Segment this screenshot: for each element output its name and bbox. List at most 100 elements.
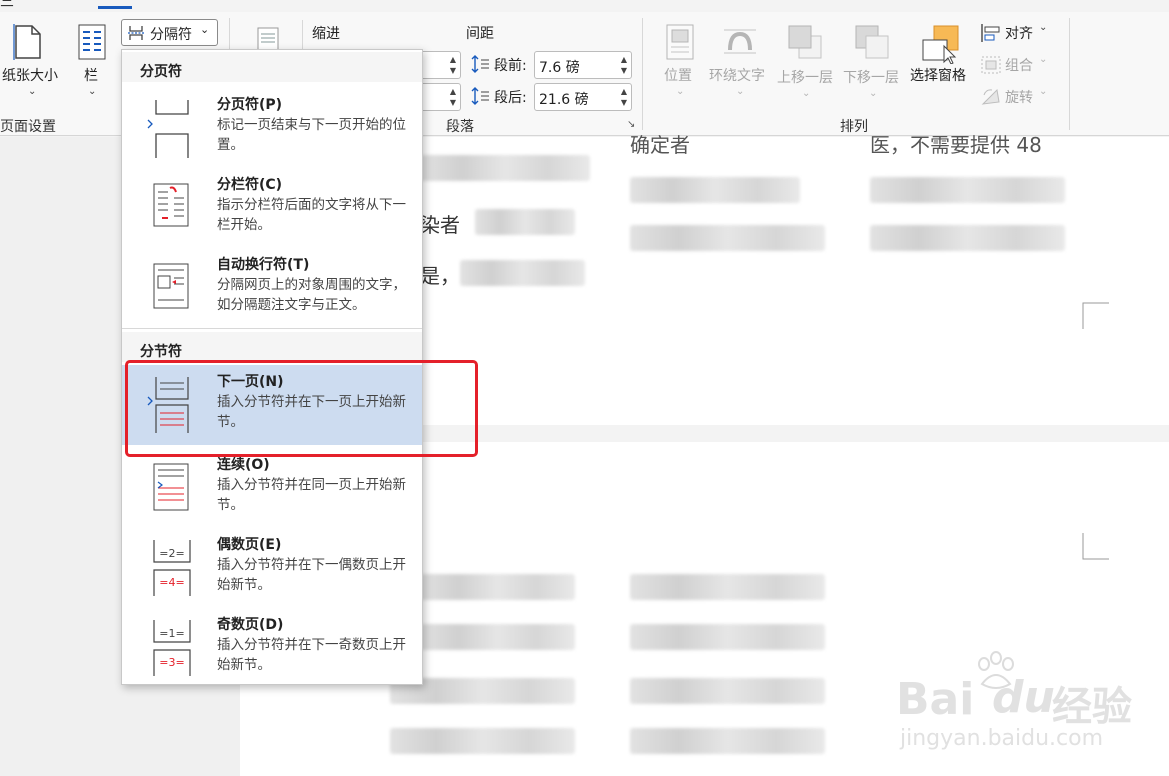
- menu-item-even-page[interactable]: =2= =4= 偶数页(E) 插入分节符并在下一偶数页上开始新节。: [122, 528, 422, 608]
- menu-item-description: 标记一页结束与下一页开始的位置。: [217, 117, 406, 153]
- page-corner-mark: [1082, 533, 1109, 560]
- group-separator: [642, 18, 643, 130]
- group-objects-button[interactable]: 组合: [1005, 55, 1033, 75]
- menu-item-page-break[interactable]: 分页符(P) 标记一页结束与下一页开始的位置。: [122, 88, 422, 168]
- rotate-button[interactable]: 旋转: [1005, 87, 1033, 107]
- page-setup-group-label: 页面设置: [0, 119, 56, 135]
- blurred-text: [390, 728, 575, 754]
- spin-arrows-icon[interactable]: ▲ ▼: [621, 54, 627, 76]
- breaks-icon: [128, 26, 144, 40]
- section-breaks-header: 分节符: [122, 332, 422, 362]
- breaks-button[interactable]: 分隔符 ⌄: [121, 19, 218, 46]
- watermark-url: jingyan.baidu.com: [900, 726, 1104, 751]
- space-before-field[interactable]: 7.6 磅 ▲ ▼: [534, 51, 632, 79]
- blurred-text: [460, 260, 585, 286]
- wrap-text-button[interactable]: 环绕文字: [709, 65, 765, 85]
- group-objects-icon: [981, 56, 1001, 74]
- svg-text:=2=: =2=: [159, 547, 184, 560]
- menu-item-column-break[interactable]: 分栏符(C) 指示分栏符后面的文字将从下一栏开始。: [122, 168, 422, 248]
- breaks-label: 分隔符: [150, 27, 192, 43]
- menu-item-description: 插入分节符并在同一页上开始新节。: [217, 477, 406, 513]
- menu-item-description: 插入分节符并在下一奇数页上开始新节。: [217, 637, 406, 673]
- menu-item-description: 指示分栏符后面的文字将从下一栏开始。: [217, 197, 406, 233]
- watermark-brand: Bai: [896, 674, 975, 725]
- blurred-text: [630, 728, 825, 754]
- menu-item-continuous[interactable]: 连续(O) 插入分节符并在同一页上开始新节。: [122, 448, 422, 528]
- even-page-section-icon: =2= =4=: [153, 540, 191, 596]
- menu-item-title: 连续(O): [217, 457, 270, 473]
- doc-text: 染者: [420, 213, 460, 237]
- chevron-down-icon: ⌄: [802, 88, 811, 99]
- send-backward-icon: [855, 25, 889, 59]
- space-before-label: 段前:: [494, 58, 527, 74]
- columns-icon: [78, 24, 106, 60]
- blurred-text: [630, 678, 825, 704]
- watermark-jingyan: 经验: [1052, 684, 1132, 730]
- blurred-text: [630, 574, 825, 600]
- paragraph-group-label: 段落: [446, 119, 474, 135]
- ribbon-tab-strip: 三: [0, 0, 1169, 12]
- blurred-text: [420, 155, 590, 181]
- menu-item-title: 分栏符(C): [217, 177, 283, 193]
- bring-forward-button[interactable]: 上移一层: [777, 67, 833, 87]
- chevron-down-icon: ⌄: [736, 86, 745, 97]
- position-button[interactable]: 位置: [664, 65, 692, 85]
- blurred-text: [475, 209, 575, 235]
- space-before-value: 7.6 磅: [539, 60, 580, 76]
- continuous-section-icon: [153, 463, 189, 511]
- bring-forward-icon: [788, 25, 822, 59]
- column-break-icon: [153, 183, 189, 227]
- align-button[interactable]: 对齐: [1005, 23, 1033, 43]
- blurred-text: [870, 177, 1065, 203]
- align-icon: [981, 24, 1000, 42]
- svg-text:=1=: =1=: [159, 627, 184, 640]
- section-header-text: 分节符: [140, 344, 182, 360]
- send-backward-button[interactable]: 下移一层: [843, 67, 899, 87]
- blurred-text: [630, 624, 825, 650]
- menu-item-title: 分页符(P): [217, 97, 283, 113]
- space-after-value: 21.6 磅: [539, 92, 589, 108]
- baidu-watermark: Bai du 经验 jingyan.baidu.com: [896, 650, 1156, 760]
- odd-page-section-icon: =1= =3=: [153, 620, 191, 676]
- chevron-down-icon: ⌄: [1039, 54, 1048, 65]
- paper-size-button[interactable]: 纸张大小: [2, 65, 58, 85]
- menu-item-title: 奇数页(D): [217, 617, 284, 633]
- menu-separator: [122, 328, 422, 329]
- chevron-down-icon: ⌄: [88, 86, 97, 97]
- doc-text: 是，: [420, 264, 460, 288]
- chevron-down-icon: ⌄: [1039, 86, 1048, 97]
- spacing-label: 间距: [466, 26, 494, 42]
- group-separator: [1069, 18, 1070, 130]
- selection-pane-icon: [922, 25, 959, 64]
- rotate-icon: [981, 88, 1000, 105]
- arrange-group-label: 排列: [840, 119, 868, 135]
- columns-button[interactable]: 栏: [84, 65, 98, 85]
- doc-text: 确定者: [630, 133, 690, 157]
- menu-item-title: 自动换行符(T): [217, 257, 310, 273]
- callout-highlight-box: [125, 360, 478, 457]
- watermark-du: du: [992, 672, 1055, 723]
- wrap-text-icon: [724, 29, 756, 54]
- space-after-icon: [471, 87, 489, 105]
- chevron-down-icon: ⌄: [28, 86, 37, 97]
- chevron-down-icon: ⌄: [1039, 22, 1048, 33]
- position-icon: [666, 24, 694, 60]
- spin-arrows-icon[interactable]: ▲ ▼: [621, 86, 627, 108]
- menu-item-odd-page[interactable]: =1= =3= 奇数页(D) 插入分节符并在下一奇数页上开始新节。: [122, 608, 422, 688]
- text-wrapping-icon: [153, 263, 189, 309]
- blurred-text: [630, 225, 825, 251]
- svg-text:=3=: =3=: [159, 656, 184, 669]
- menu-item-text-wrapping-break[interactable]: 自动换行符(T) 分隔网页上的对象周围的文字，如分隔题注文字与正文。: [122, 248, 422, 328]
- tab-partial[interactable]: 三: [0, 0, 14, 11]
- selection-pane-button[interactable]: 选择窗格: [910, 65, 966, 85]
- blurred-text: [420, 624, 575, 650]
- spin-arrows-icon[interactable]: ▲ ▼: [450, 86, 456, 108]
- blurred-text: [420, 574, 575, 600]
- space-after-field[interactable]: 21.6 磅 ▲ ▼: [534, 83, 632, 111]
- blurred-text: [870, 225, 1065, 251]
- spin-arrows-icon[interactable]: ▲ ▼: [450, 54, 456, 76]
- space-after-label: 段后:: [494, 90, 527, 106]
- menu-item-description: 插入分节符并在下一偶数页上开始新节。: [217, 557, 406, 593]
- paper-size-icon: [13, 24, 41, 60]
- menu-item-description: 分隔网页上的对象周围的文字，如分隔题注文字与正文。: [217, 277, 406, 313]
